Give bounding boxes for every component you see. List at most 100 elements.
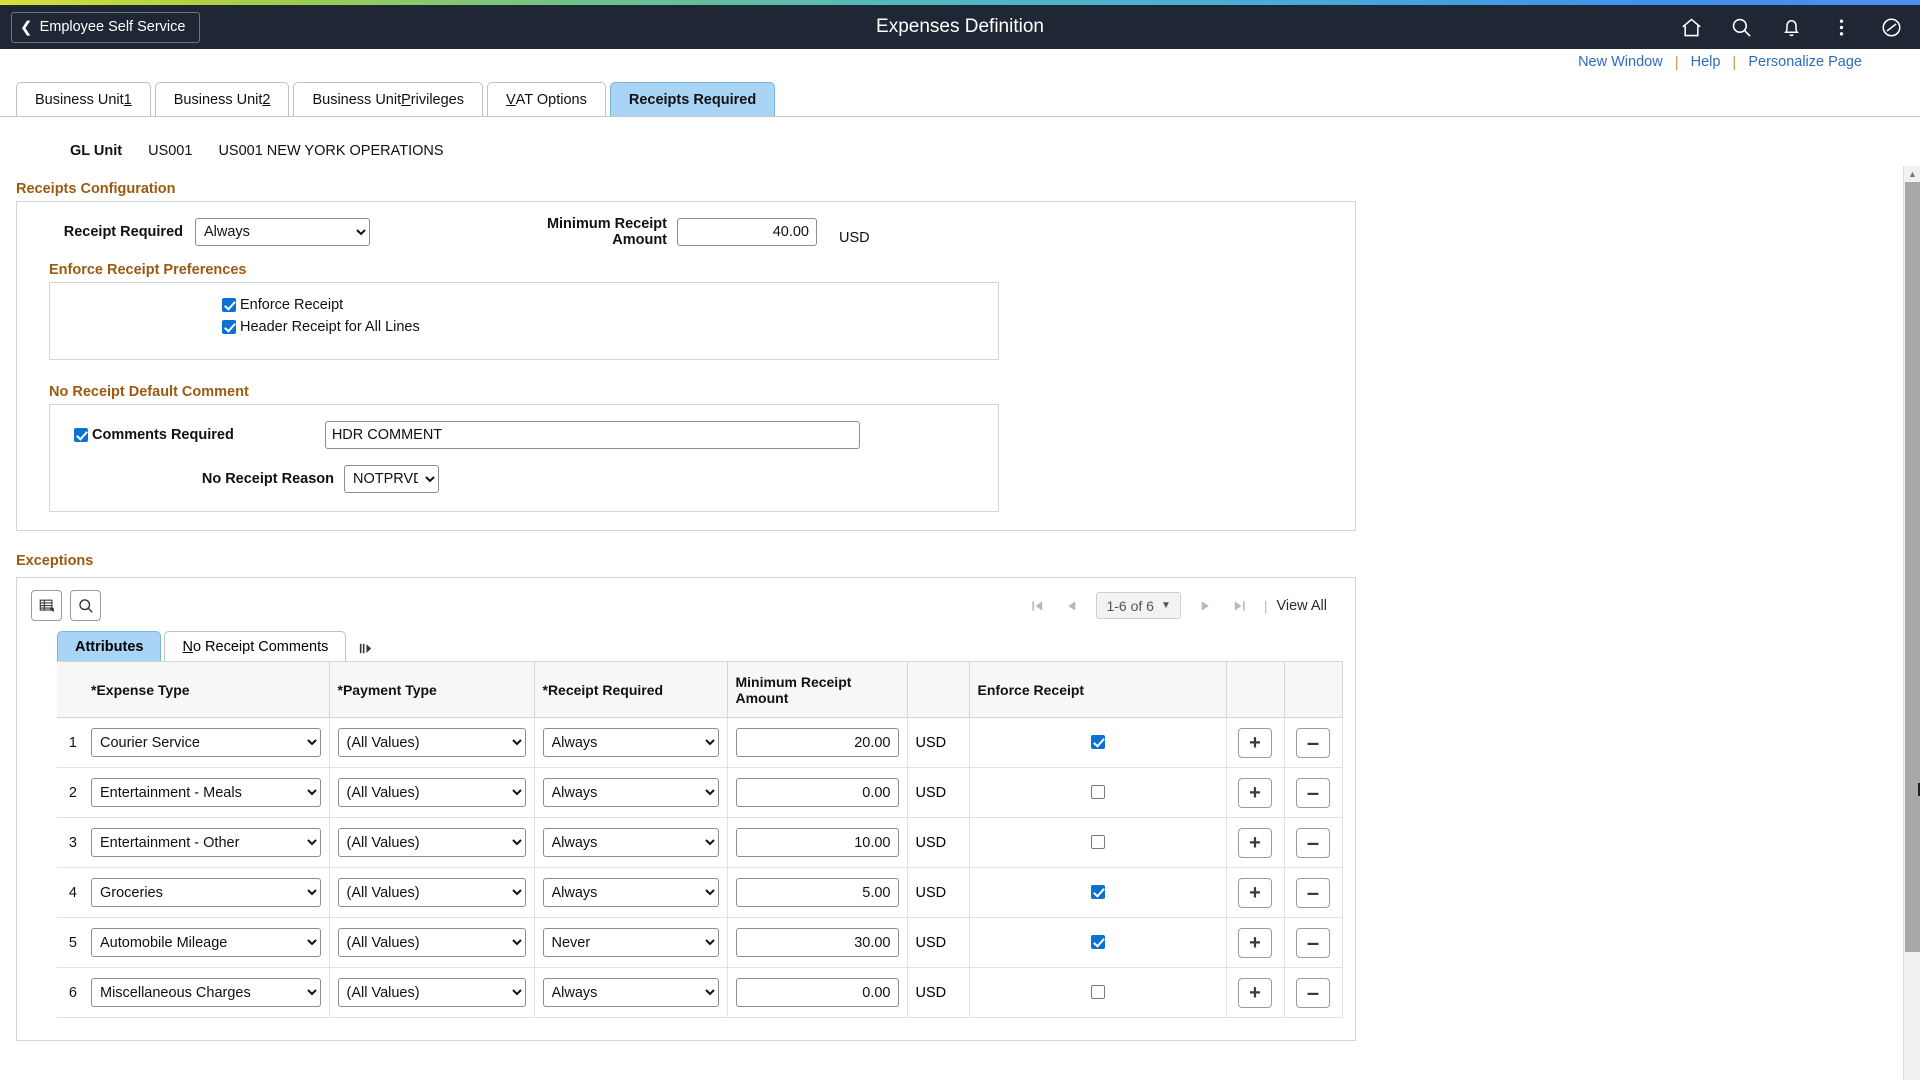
tab-business-unit-1[interactable]: Business Unit 1 — [16, 82, 151, 116]
column-header-enforce-receipt: Enforce Receipt — [969, 661, 1227, 718]
receipt-required-select[interactable]: Never — [542, 928, 719, 957]
header-receipt-for-all-lines-checkbox[interactable] — [222, 320, 236, 334]
enforce-receipt-checkbox[interactable] — [222, 298, 236, 312]
delete-row-button[interactable]: – — [1296, 777, 1330, 808]
receipt-required-select[interactable]: Always — [542, 778, 719, 807]
minimum-receipt-amount-input[interactable] — [735, 928, 899, 957]
expense-type-select[interactable]: Courier Service — [91, 728, 321, 757]
add-row-button[interactable]: + — [1238, 727, 1272, 758]
scroll-up-arrow-icon[interactable]: ▲ — [1904, 166, 1920, 182]
home-icon[interactable] — [1678, 14, 1704, 40]
minimum-receipt-amount-input[interactable] — [735, 778, 899, 807]
actions-menu-icon[interactable] — [1828, 14, 1854, 40]
tab-business-unit-privileges[interactable]: Business Unit Privileges — [293, 82, 483, 116]
payment-type-select[interactable]: (All Values) — [337, 828, 526, 857]
add-row-button[interactable]: + — [1238, 927, 1272, 958]
exceptions-title: Exceptions — [16, 553, 94, 569]
cell-enforce-receipt — [969, 917, 1227, 968]
enforce-receipt-checkbox-row[interactable]: Enforce Receipt — [222, 297, 998, 313]
personalize-page-link[interactable]: Personalize Page — [1736, 54, 1874, 70]
tab-receipts-required[interactable]: Receipts Required — [609, 82, 776, 116]
new-window-link[interactable]: New Window — [1566, 54, 1675, 70]
pager-next-button[interactable] — [1191, 593, 1221, 619]
subtab-no-receipt-comments[interactable]: No Receipt Comments — [164, 631, 347, 661]
enforce-receipt-checkbox[interactable] — [1090, 834, 1105, 849]
expense-type-select[interactable]: Entertainment - Other — [91, 828, 321, 857]
nav-bar-icon[interactable] — [1878, 14, 1904, 40]
receipt-required-select[interactable]: Always — [542, 978, 719, 1007]
add-row-button[interactable]: + — [1238, 777, 1272, 808]
view-all-link[interactable]: View All — [1276, 598, 1335, 614]
grid-body: 1Courier Service(All Values)AlwaysUSD+–2… — [57, 717, 1343, 1018]
default-comment-input[interactable] — [324, 421, 860, 449]
no-receipt-reason-row: No Receipt Reason NOTPRVD — [50, 465, 998, 493]
pager-previous-button[interactable] — [1056, 593, 1086, 619]
expense-type-select[interactable]: Entertainment - Meals — [91, 778, 321, 807]
column-header-currency — [907, 661, 970, 718]
comments-required-checkbox[interactable] — [74, 428, 88, 442]
chevron-left-icon: ❮ — [20, 18, 33, 36]
search-icon[interactable] — [1728, 14, 1754, 40]
page-scrollbar[interactable]: ▲ ▼ — [1903, 166, 1920, 1080]
table-row: 3 Entertainment - Other (All Values) Always… — [57, 817, 1343, 868]
help-link[interactable]: Help — [1679, 54, 1733, 70]
delete-row-button[interactable]: – — [1296, 977, 1330, 1008]
minimum-receipt-amount-input[interactable] — [735, 878, 899, 907]
cell-add-row: + — [1226, 917, 1285, 968]
expand-all-columns-icon[interactable] — [358, 641, 373, 656]
grid-header-row: *Expense Type *Payment Type *Receipt Req… — [57, 661, 1343, 718]
grid-find-icon[interactable] — [70, 590, 101, 621]
notifications-icon[interactable] — [1778, 14, 1804, 40]
delete-row-button[interactable]: – — [1296, 727, 1330, 758]
payment-type-select[interactable]: (All Values) — [337, 928, 526, 957]
minimum-receipt-amount-input[interactable] — [735, 828, 899, 857]
delete-row-button[interactable]: – — [1296, 877, 1330, 908]
enforce-receipt-label: Enforce Receipt — [240, 297, 344, 313]
enforce-receipt-checkbox[interactable] — [1090, 734, 1105, 749]
payment-type-select[interactable]: (All Values) — [337, 878, 526, 907]
tab-business-unit-2[interactable]: Business Unit 2 — [154, 82, 290, 116]
no-receipt-reason-select[interactable]: NOTPRVD — [344, 465, 439, 493]
add-row-button[interactable]: + — [1238, 977, 1272, 1008]
payment-type-select[interactable]: (All Values) — [337, 978, 526, 1007]
minimum-receipt-amount-input[interactable] — [677, 218, 817, 246]
header-receipt-checkbox-row[interactable]: Header Receipt for All Lines — [222, 319, 998, 335]
receipt-required-select[interactable]: Always — [542, 878, 719, 907]
payment-type-select[interactable]: (All Values) — [337, 778, 526, 807]
tab-vat-options[interactable]: V AT Options — [486, 82, 606, 116]
cell-receipt-required: Always — [534, 817, 728, 868]
enforce-receipt-checkbox[interactable] — [1090, 934, 1105, 949]
payment-type-select[interactable]: (All Values) — [337, 728, 526, 757]
grid-personalize-icon[interactable] — [31, 590, 62, 621]
enforce-receipt-checkbox[interactable] — [1090, 984, 1105, 999]
column-header-add — [1226, 661, 1285, 718]
expense-type-select[interactable]: Groceries — [91, 878, 321, 907]
delete-row-button[interactable]: – — [1296, 927, 1330, 958]
comments-required-checkbox-row[interactable]: Comments Required — [74, 427, 234, 443]
minimum-receipt-amount-input[interactable] — [735, 978, 899, 1007]
enforce-receipt-checkbox[interactable] — [1090, 884, 1105, 899]
scrollbar-thumb[interactable] — [1905, 182, 1920, 952]
delete-row-button[interactable]: – — [1296, 827, 1330, 858]
receipt-required-select[interactable]: Always — [542, 728, 719, 757]
row-number: 6 — [57, 967, 83, 1018]
cell-expense-type: Entertainment - Other — [83, 817, 330, 868]
add-row-button[interactable]: + — [1238, 877, 1272, 908]
receipt-required-select[interactable]: Always — [195, 218, 370, 246]
cell-enforce-receipt — [969, 767, 1227, 818]
expense-type-select[interactable]: Miscellaneous Charges — [91, 978, 321, 1007]
pager-first-button[interactable] — [1022, 593, 1052, 619]
cell-minimum-amount — [727, 717, 908, 768]
add-row-button[interactable]: + — [1238, 827, 1272, 858]
page-content: GL Unit US001 US001 NEW YORK OPERATIONS … — [0, 117, 1920, 1080]
back-to-employee-self-service-button[interactable]: ❮ Employee Self Service — [11, 11, 201, 43]
subtab-attributes[interactable]: Attributes — [57, 631, 162, 661]
cell-minimum-amount — [727, 917, 908, 968]
pager-last-button[interactable] — [1225, 593, 1255, 619]
enforce-receipt-checkbox[interactable] — [1090, 784, 1105, 799]
cell-minimum-amount — [727, 867, 908, 918]
receipt-required-select[interactable]: Always — [542, 828, 719, 857]
minimum-receipt-amount-input[interactable] — [735, 728, 899, 757]
pager-range-select[interactable]: 1-6 of 6 ▼ — [1096, 592, 1181, 619]
expense-type-select[interactable]: Automobile Mileage — [91, 928, 321, 957]
